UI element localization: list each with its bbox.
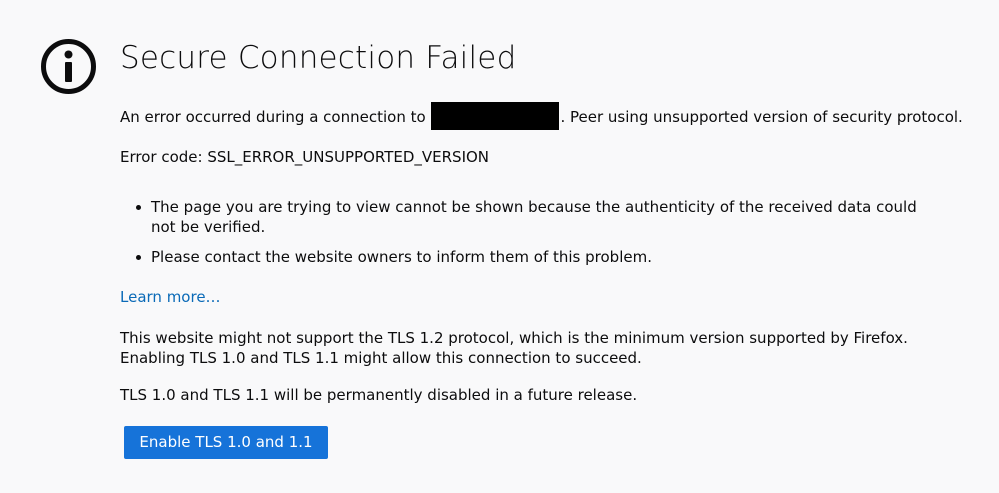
info-icon: [41, 39, 96, 94]
error-message: An error occurred during a connection to…: [120, 102, 980, 130]
error-page: Secure Connection Failed An error occurr…: [0, 0, 999, 493]
tls-note: This website might not support the TLS 1…: [120, 329, 908, 367]
error-content: Secure Connection Failed An error occurr…: [120, 36, 980, 459]
learn-more-link[interactable]: Learn more…: [120, 287, 221, 307]
reasons-list: The page you are trying to view cannot b…: [120, 197, 980, 267]
list-item: Please contact the website owners to inf…: [136, 247, 980, 267]
enable-tls-button[interactable]: Enable TLS 1.0 and 1.1: [124, 426, 328, 459]
redacted-hostname: [431, 102, 560, 130]
error-message-before: An error occurred during a connection to: [120, 108, 426, 126]
error-message-after: . Peer using unsupported version of secu…: [560, 108, 963, 126]
tls-future-note: TLS 1.0 and TLS 1.1 will be permanently …: [120, 386, 638, 404]
list-item: The page you are trying to view cannot b…: [136, 197, 980, 237]
error-code: Error code: SSL_ERROR_UNSUPPORTED_VERSIO…: [120, 148, 490, 166]
page-title: Secure Connection Failed: [120, 40, 517, 76]
